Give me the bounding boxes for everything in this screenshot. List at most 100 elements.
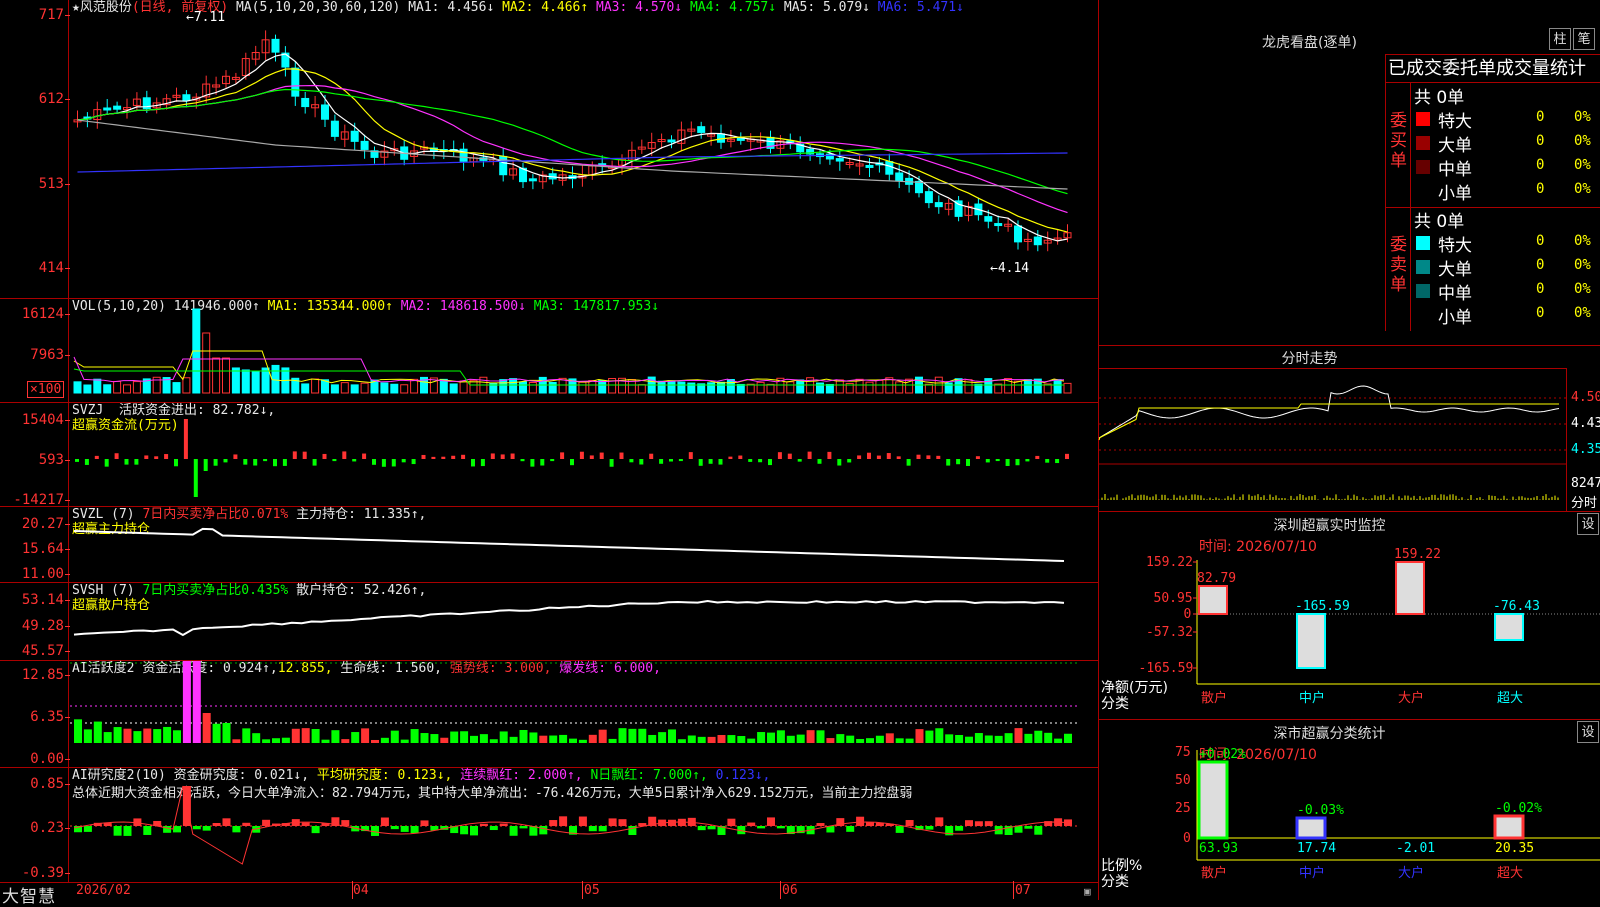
volume-bar: [222, 357, 230, 394]
candlestick-chart[interactable]: [70, 0, 1098, 299]
svsh-panel[interactable]: 53.14 49.28 45.57 SVSH (7) 7日内买卖净占比0.435…: [0, 583, 1098, 661]
research-bar: [935, 817, 944, 826]
flow-bar: [589, 455, 594, 459]
activity-bar: [440, 737, 449, 743]
flow-bar: [847, 459, 852, 463]
stats-tick: 25: [1175, 801, 1191, 816]
volume-bar: [528, 382, 537, 394]
order-type: 大单: [1438, 260, 1472, 280]
svzl-panel[interactable]: 20.27 15.64 11.00 SVZL (7) 7日内买卖净占比0.071…: [0, 507, 1098, 583]
flow-bar: [540, 459, 545, 466]
activity-bar: [875, 735, 884, 743]
stats-panel: 深市超赢分类统计 设 时间: 2026/07/10 75 50 25 0 +0.02% 6…: [1098, 720, 1600, 900]
volume-panel[interactable]: 16124 7963 ×100 VOL(5,10,20) 141946.000↑…: [0, 299, 1098, 403]
volume-bar: [707, 382, 716, 394]
fenshi-tick: 4.505: [1571, 390, 1600, 405]
activity-bar: [331, 730, 340, 743]
activity-bar: [796, 734, 805, 743]
flow-bar: [322, 453, 327, 459]
flow-bar: [104, 459, 109, 467]
activity-bar: [1024, 733, 1033, 743]
volume-bar: [449, 383, 458, 394]
buy-total: 共 0单: [1414, 88, 1465, 108]
retail-line: [73, 599, 1065, 637]
ai-research-panel[interactable]: 0.85 0.23 -0.39 AI研究度2(10) 资金研究度: 0.021↓…: [0, 768, 1098, 883]
activity-bar: [470, 735, 478, 743]
y-tick: 20.27: [0, 517, 70, 531]
order-swatch: [1416, 236, 1430, 250]
volume-bar: [350, 384, 359, 394]
activity-bar: [856, 738, 865, 743]
activity-bar: [974, 733, 983, 743]
volume-bar: [825, 383, 834, 394]
price-panel[interactable]: 717 612 513 414 ★风范股份(日线, 前复权) MA(5,10,2…: [0, 0, 1098, 299]
activity-bar: [806, 730, 815, 743]
volume-bar: [1053, 379, 1062, 394]
flow-bar: [273, 459, 277, 467]
activity-bar: [242, 728, 251, 743]
lock-icon[interactable]: ▣: [1084, 885, 1091, 898]
monitor-cat: 散户: [1201, 690, 1227, 706]
order-swatch: [1416, 136, 1430, 150]
volume-bar: [380, 382, 389, 394]
candle: [113, 105, 122, 110]
svzj-panel[interactable]: 15404 593 -14217 SVZJ 活跃资金进出: 82.782↓, 超…: [0, 403, 1098, 507]
research-bar: [143, 826, 152, 835]
order-type: 大单: [1438, 136, 1472, 156]
flow-bar: [332, 459, 337, 462]
y-tick: 612: [0, 92, 70, 106]
y-tick: 15404: [0, 413, 70, 427]
stats-tabs[interactable]: 已成交委托单成交量统计: [1385, 54, 1600, 83]
time-tick: 2026/02: [76, 883, 131, 898]
stats-bar: [1295, 816, 1327, 840]
candle: [182, 94, 191, 102]
y-tick: 53.14: [0, 593, 70, 607]
order-count: 0: [1536, 109, 1545, 125]
candle: [984, 216, 993, 222]
activity-bar: [321, 739, 330, 743]
order-swatch: [1416, 308, 1430, 322]
vol-unit[interactable]: ×100: [27, 381, 65, 398]
activity-bar: [945, 734, 954, 743]
order-type: 中单: [1438, 160, 1472, 180]
bar-mode-button[interactable]: 柱: [1549, 28, 1571, 50]
flow-bar: [342, 451, 347, 459]
volume-bar: [132, 381, 141, 394]
activity-bar: [915, 729, 924, 743]
monitor-bar: [1198, 585, 1228, 615]
volume-bar: [360, 382, 369, 394]
stats-bar: [1493, 814, 1525, 840]
activity-bar: [836, 734, 845, 743]
research-bar: [1024, 826, 1033, 829]
flow-bar: [1045, 459, 1050, 463]
sell-total: 共 0单: [1414, 212, 1465, 232]
volume-bar: [271, 364, 280, 394]
activity-bar: [1044, 732, 1053, 743]
volume-bar: [746, 383, 755, 394]
research-bar: [390, 826, 399, 830]
flow-bar: [629, 459, 634, 463]
activity-bar: [628, 728, 637, 743]
tick-line: [780, 881, 781, 899]
research-bar: [400, 826, 409, 832]
ai-activity-panel[interactable]: 12.85 6.35 0.00 AI活跃度2 资金活跃度: 0.924↑,12.…: [0, 661, 1098, 768]
flow-bar: [698, 459, 703, 466]
fenshi-panel[interactable]: 分时走势 4.505 4.430 4.355 8247 分时: [1098, 346, 1600, 512]
flow-bar: [203, 459, 208, 471]
research-bar: [757, 826, 766, 829]
volume-bar: [390, 383, 399, 394]
research-bar: [588, 826, 597, 832]
flow-bar: [678, 459, 683, 462]
tick-mode-button[interactable]: 笔: [1573, 28, 1595, 50]
activity-bar: [826, 738, 835, 743]
stats-bottom: 17.74: [1297, 841, 1336, 856]
research-bar: [341, 820, 350, 826]
activity-bar: [697, 736, 706, 743]
flow-bar: [372, 459, 376, 465]
volume-bar: [865, 381, 874, 394]
buy-side-label: 委买单: [1390, 111, 1407, 171]
research-bar: [420, 820, 429, 826]
volume-bar: [875, 379, 884, 394]
activity-bar: [519, 729, 528, 743]
flow-bar: [827, 451, 832, 459]
